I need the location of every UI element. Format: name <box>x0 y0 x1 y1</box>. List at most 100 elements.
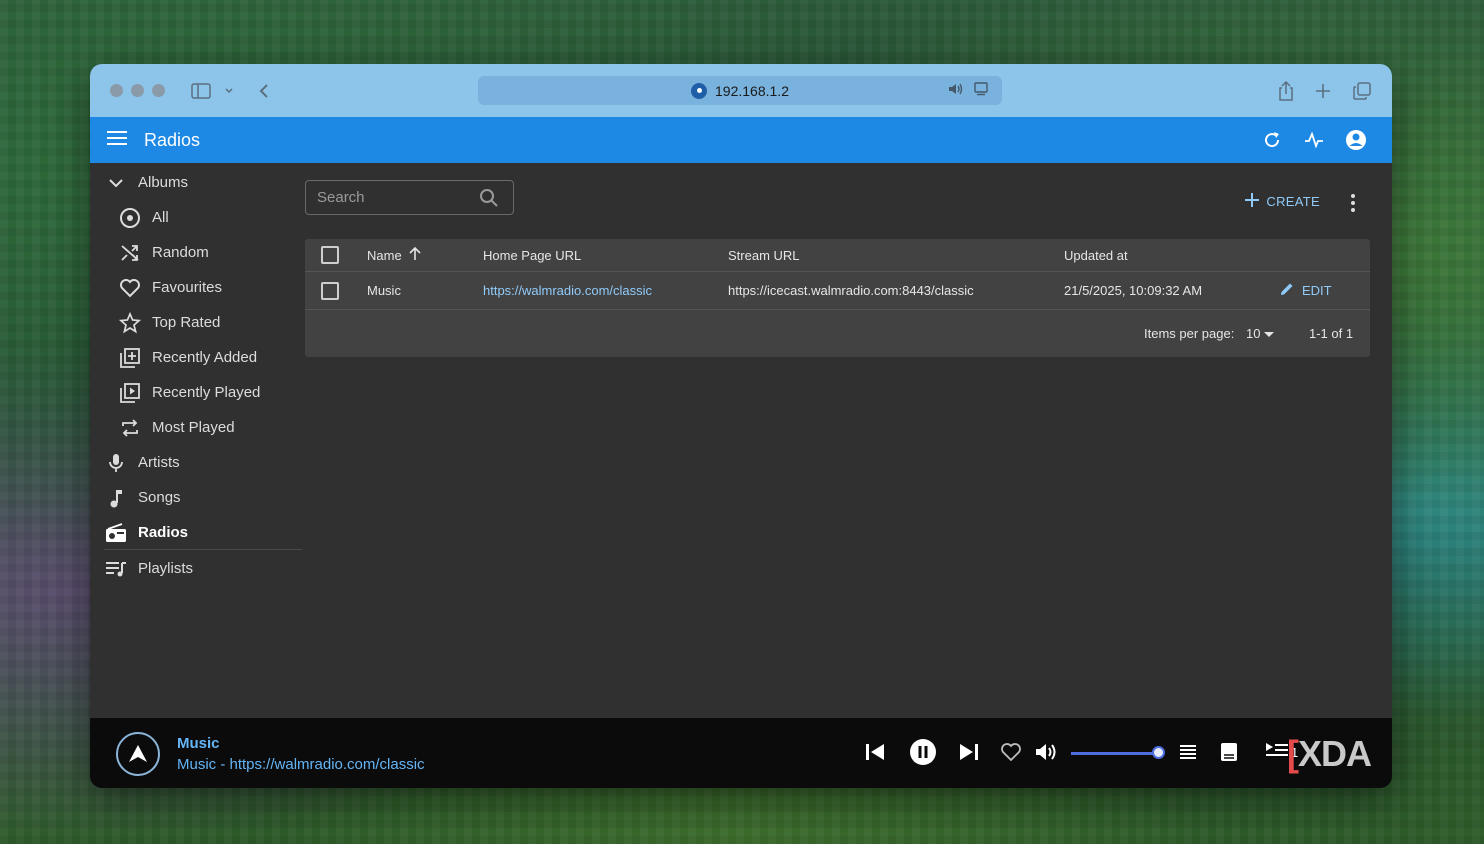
plus-icon <box>1245 193 1260 210</box>
sidebar-item-most-played[interactable]: Most Played <box>104 410 300 445</box>
volume-icon[interactable] <box>1035 740 1059 764</box>
table-row[interactable]: Music https://walmradio.com/classic http… <box>305 272 1370 310</box>
browser-toolbar: 192.168.1.2 <box>90 64 1392 117</box>
sidebar-item-label: Playlists <box>138 560 194 577</box>
dropdown-arrow-icon <box>1264 326 1275 341</box>
column-header-home-page-url[interactable]: Home Page URL <box>483 239 581 271</box>
sidebar-item-label: Radios <box>138 524 189 541</box>
sort-ascending-icon <box>408 246 422 264</box>
volume-slider-track[interactable] <box>1071 752 1157 755</box>
xda-watermark-logo: [XDA <box>1287 733 1372 774</box>
table-pagination: Items per page: 10 1-1 of 1 <box>305 310 1370 356</box>
microphone-icon <box>104 451 128 475</box>
address-text: 192.168.1.2 <box>715 82 789 99</box>
refresh-icon[interactable] <box>1260 128 1284 152</box>
library-add-icon <box>118 346 142 370</box>
audio-player: Music Music - https://walmradio.com/clas… <box>90 718 1392 788</box>
sidebar-item-recently-played[interactable]: Recently Played <box>104 375 300 410</box>
maximize-window-button[interactable] <box>152 84 165 97</box>
radio-icon <box>104 521 128 545</box>
column-header-updated-at[interactable]: Updated at <box>1064 239 1128 271</box>
sidebar-item-albums[interactable]: Albums <box>104 165 300 200</box>
sidebar-toggle-icon[interactable] <box>190 80 212 102</box>
browser-window: 192.168.1.2 Radios Albums All Random Fav… <box>90 64 1392 788</box>
cell-name: Music <box>367 283 401 298</box>
new-tab-icon[interactable] <box>1312 80 1334 102</box>
now-playing-title[interactable]: Music <box>177 735 220 752</box>
shuffle-icon <box>118 241 142 265</box>
select-all-checkbox[interactable] <box>321 239 339 271</box>
sidebar-item-random[interactable]: Random <box>104 235 300 270</box>
sidebar-item-label: Favourites <box>152 279 223 296</box>
sidebar-item-all[interactable]: All <box>104 200 300 235</box>
volume-slider-handle[interactable] <box>1152 746 1165 759</box>
library-play-icon <box>118 381 142 405</box>
chevron-down-icon <box>104 171 128 195</box>
app-bar: Radios <box>90 117 1392 163</box>
pagination-range: 1-1 of 1 <box>1309 325 1354 341</box>
speaker-icon[interactable] <box>948 82 964 99</box>
items-per-page-select[interactable]: 10 <box>1246 310 1275 356</box>
row-checkbox[interactable] <box>321 272 339 309</box>
queue-list-icon[interactable] <box>1176 740 1200 764</box>
pencil-icon <box>1279 281 1295 300</box>
sidebar-item-label: All <box>152 209 169 226</box>
sidebar-item-favourites[interactable]: Favourites <box>104 270 300 305</box>
menu-icon[interactable] <box>107 130 127 151</box>
reader-icon[interactable] <box>974 82 988 99</box>
create-label: CREATE <box>1266 194 1320 209</box>
edit-button[interactable]: EDIT <box>1279 272 1332 309</box>
radio-cover-icon[interactable] <box>116 732 160 776</box>
account-icon[interactable] <box>1344 128 1368 152</box>
play-queue-icon <box>1265 741 1289 764</box>
share-icon[interactable] <box>1275 80 1297 102</box>
search-input[interactable]: Search <box>305 180 514 215</box>
create-button[interactable]: CREATE <box>1245 193 1320 210</box>
sidebar-item-top-rated[interactable]: Top Rated <box>104 305 300 340</box>
page-title: Radios <box>144 129 201 150</box>
heart-outline-icon[interactable] <box>999 740 1023 764</box>
close-window-button[interactable] <box>110 84 123 97</box>
back-icon[interactable] <box>253 80 275 102</box>
sidebar-item-label: Random <box>152 244 209 261</box>
skip-previous-icon[interactable] <box>863 740 887 764</box>
content-area: Albums All Random Favourites Top Rated R… <box>90 163 1392 718</box>
repeat-icon <box>118 416 142 440</box>
sidebar-item-label: Songs <box>138 489 181 506</box>
sidebar-item-playlists[interactable]: Playlists <box>104 551 300 586</box>
radios-table: Name Home Page URL Stream URL Updated at… <box>305 239 1370 357</box>
sidebar-item-label: Most Played <box>152 419 235 436</box>
now-playing-subtitle[interactable]: Music - https://walmradio.com/classic <box>177 756 425 773</box>
star-icon <box>118 311 142 335</box>
sidebar-item-label: Top Rated <box>152 314 221 331</box>
sidebar-item-radios[interactable]: Radios <box>104 515 302 550</box>
more-options-icon[interactable] <box>1350 193 1356 218</box>
activity-icon[interactable] <box>1302 128 1326 152</box>
lyrics-icon[interactable] <box>1217 740 1241 764</box>
minimize-window-button[interactable] <box>131 84 144 97</box>
address-bar[interactable]: 192.168.1.2 <box>478 76 1002 105</box>
music-note-icon <box>104 486 128 510</box>
tabs-overview-icon[interactable] <box>1351 80 1373 102</box>
cell-stream-url: https://icecast.walmradio.com:8443/class… <box>728 283 974 298</box>
chevron-down-icon[interactable] <box>218 80 240 102</box>
pause-button[interactable] <box>908 737 938 767</box>
column-header-stream-url[interactable]: Stream URL <box>728 239 800 271</box>
sidebar-item-recently-added[interactable]: Recently Added <box>104 340 300 375</box>
heart-icon <box>118 276 142 300</box>
search-icon <box>479 188 499 212</box>
sidebar: Albums All Random Favourites Top Rated R… <box>104 163 302 586</box>
sidebar-item-songs[interactable]: Songs <box>104 480 300 515</box>
search-placeholder: Search <box>317 189 365 206</box>
cell-updated-at: 21/5/2025, 10:09:32 AM <box>1064 283 1203 298</box>
cell-home-page-url-link[interactable]: https://walmradio.com/classic <box>483 272 652 309</box>
sidebar-item-label: Recently Added <box>152 349 258 366</box>
skip-next-icon[interactable] <box>957 740 981 764</box>
sidebar-item-label: Artists <box>138 454 180 471</box>
sidebar-item-artists[interactable]: Artists <box>104 445 300 480</box>
site-favicon-icon <box>691 82 708 99</box>
album-icon <box>118 206 142 230</box>
sidebar-item-label: Albums <box>138 174 189 191</box>
playlist-icon <box>104 557 128 581</box>
column-header-name[interactable]: Name <box>367 239 422 271</box>
